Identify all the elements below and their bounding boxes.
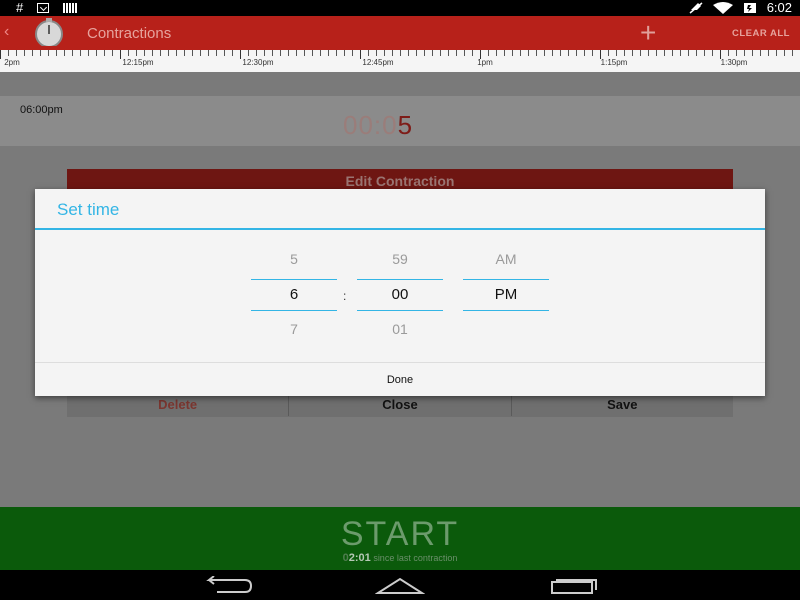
dialog-button-bar: Done — [35, 362, 765, 397]
navigation-bar — [0, 570, 800, 600]
app-title: Contractions — [87, 25, 172, 42]
minute-next[interactable]: 01 — [357, 313, 443, 345]
duration-highlight: 5 — [397, 110, 414, 140]
timeline-major-tick — [360, 50, 361, 59]
status-right: 6:02 — [689, 0, 792, 16]
status-left: # — [16, 0, 78, 16]
timeline-major-tick — [240, 50, 241, 59]
back-chevron-icon[interactable]: ‹ — [4, 23, 9, 41]
home-icon[interactable] — [375, 576, 425, 594]
clear-all-button[interactable]: CLEAR ALL — [732, 28, 790, 39]
time-separator: : — [343, 289, 347, 303]
ampm-picker[interactable]: AM PM — [463, 243, 549, 345]
done-button[interactable]: Done — [35, 363, 765, 397]
entry-duration: 00:05 — [343, 110, 413, 141]
elapsed-time: 2:01 — [348, 552, 371, 564]
timeline[interactable]: 2pm 12:15pm 12:30pm 12:45pm 1pm 1:15pm 1… — [0, 50, 800, 72]
timeline-label: 12:15pm — [122, 58, 154, 67]
minute-picker[interactable]: 59 00 01 — [357, 243, 443, 345]
since-last-contraction: 02:01 since last contraction — [0, 552, 800, 564]
app-bar: ‹ Contractions + CLEAR ALL — [0, 16, 800, 50]
hour-prev[interactable]: 5 — [251, 243, 337, 275]
since-text: since last contraction — [373, 553, 458, 563]
mute-icon — [689, 2, 703, 14]
barcode-icon — [63, 3, 78, 13]
save-button[interactable]: Save — [512, 396, 733, 416]
delete-button[interactable]: Delete — [67, 396, 290, 416]
minute-prev[interactable]: 59 — [357, 243, 443, 275]
edit-contraction-title: Edit Contraction — [67, 169, 733, 191]
stopwatch-icon[interactable] — [24, 18, 74, 46]
dialog-title: Set time — [57, 200, 120, 219]
timeline-major-tick — [0, 50, 1, 59]
timeline-label: 1:15pm — [600, 58, 628, 67]
hash-icon: # — [16, 0, 24, 15]
battery-icon — [743, 3, 756, 13]
ampm-selected[interactable]: PM — [463, 279, 549, 311]
set-time-dialog: Set time 5 6 7 : 59 00 01 AM PM Done — [35, 189, 765, 396]
hour-selected[interactable]: 6 — [251, 279, 337, 311]
timeline-label: 12:45pm — [362, 58, 394, 67]
contraction-entry[interactable]: 06:00pm 00:05 — [0, 96, 800, 146]
hour-picker[interactable]: 5 6 7 — [251, 243, 337, 345]
duration-prefix: 00:0 — [343, 110, 398, 140]
timeline-label: 1:30pm — [720, 58, 748, 67]
hour-next[interactable]: 7 — [251, 313, 337, 345]
download-icon — [37, 3, 50, 13]
edit-card-buttons: Delete Close Save — [67, 396, 733, 416]
wifi-icon — [712, 2, 733, 14]
add-button[interactable]: + — [640, 19, 656, 47]
entry-time: 06:00pm — [20, 104, 63, 116]
start-bar: START 02:01 since last contraction — [0, 507, 800, 570]
start-button[interactable]: START — [0, 515, 800, 554]
timeline-label: 2pm — [4, 58, 20, 67]
timeline-major-tick — [120, 50, 121, 59]
close-button[interactable]: Close — [289, 396, 512, 416]
dialog-divider — [35, 228, 765, 230]
clock: 6:02 — [766, 0, 792, 15]
status-bar: # 6:02 — [0, 0, 800, 16]
recent-apps-icon[interactable] — [548, 576, 598, 594]
ampm-prev[interactable]: AM — [463, 243, 549, 275]
timeline-label: 12:30pm — [242, 58, 274, 67]
back-icon[interactable] — [205, 576, 255, 594]
timeline-label: 1pm — [477, 58, 493, 67]
minute-selected[interactable]: 00 — [357, 279, 443, 311]
